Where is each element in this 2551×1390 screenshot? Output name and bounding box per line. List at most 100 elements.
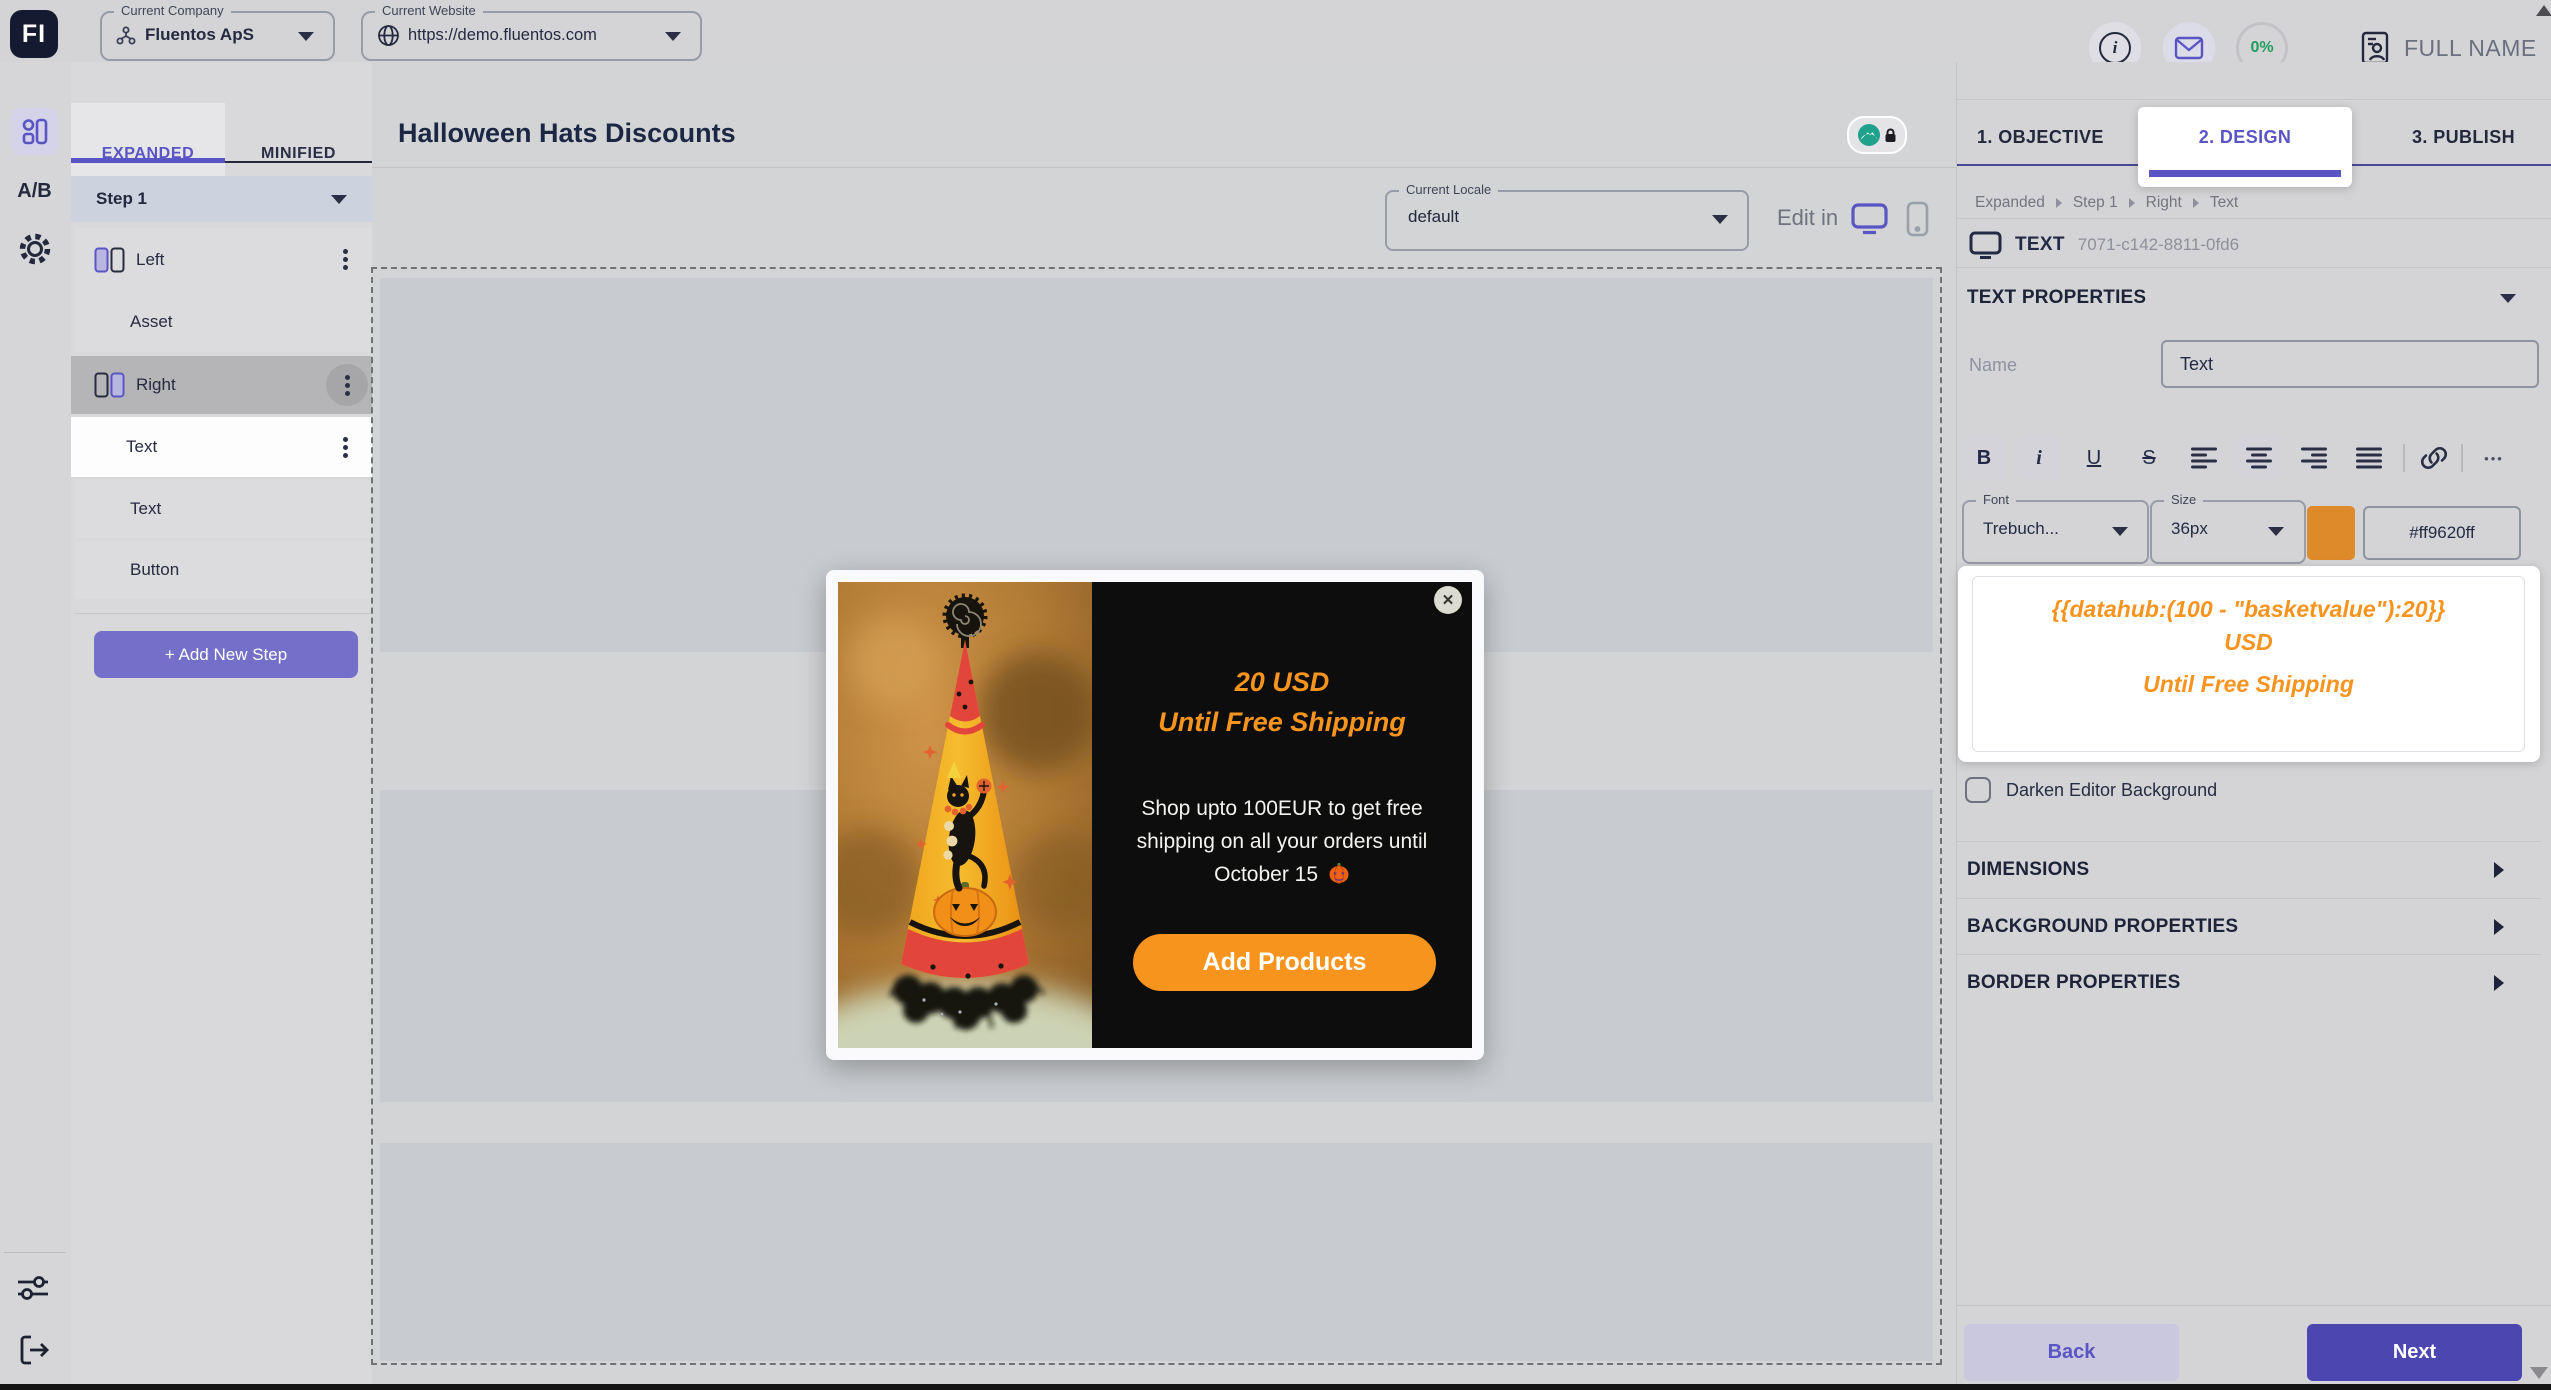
element-type: TEXT [2015, 234, 2065, 256]
components-button[interactable] [11, 108, 58, 155]
canvas-area: Halloween Hats Discounts Current [372, 62, 1956, 1384]
section-dimensions[interactable]: DIMENSIONS [1967, 842, 2532, 898]
breadcrumb-item[interactable]: Step 1 [2073, 194, 2118, 212]
font-select[interactable]: Font Trebuch... [1962, 500, 2149, 564]
section-label: BORDER PROPERTIES [1967, 972, 2181, 994]
breadcrumb-item[interactable]: Right [2146, 194, 2182, 212]
breadcrumb-item[interactable]: Expanded [1975, 194, 2045, 212]
layer-row-right[interactable]: Right [71, 356, 372, 414]
darken-background-row[interactable]: Darken Editor Background [1965, 774, 2217, 806]
layer-row-text-selected[interactable]: Text [71, 417, 372, 477]
kebab-icon [345, 383, 350, 388]
underline-glyph: U [2087, 447, 2101, 470]
app-logo-text: FI [22, 20, 46, 49]
layer-label: Text [126, 437, 157, 457]
step-row[interactable]: Step 1 [71, 176, 372, 222]
align-left-button[interactable] [2183, 437, 2225, 479]
logout-button[interactable] [17, 1334, 51, 1366]
current-company-select[interactable]: Current Company Fluentos ApS [100, 11, 335, 61]
user-name: FULL NAME [2404, 35, 2537, 62]
size-value: 36px [2171, 519, 2208, 539]
current-locale-select[interactable]: Current Locale default [1385, 190, 1749, 251]
row-kebab-icon[interactable] [343, 257, 348, 262]
underline-button[interactable]: U [2073, 437, 2115, 479]
section-background[interactable]: BACKGROUND PROPERTIES [1967, 899, 2532, 954]
scroll-down-icon[interactable] [2530, 1367, 2548, 1379]
edit-desktop-button[interactable] [1851, 203, 1888, 235]
layer-label: Asset [130, 312, 173, 332]
name-input[interactable]: Text [2161, 340, 2539, 388]
add-new-step-button[interactable]: + Add New Step [94, 631, 358, 678]
layer-row-left[interactable]: Left [75, 228, 372, 291]
popup-preview: ✕ 20 USD Until Free Shipping Shop upto 1… [826, 570, 1484, 1060]
tab-publish[interactable]: 3. PUBLISH [2412, 110, 2515, 164]
columns-right-icon [94, 372, 125, 398]
tab-objective-label: 1. OBJECTIVE [1977, 127, 2104, 148]
color-hex-input[interactable]: #ff9620ff [2363, 506, 2521, 560]
current-locale-label: Current Locale [1399, 182, 1498, 197]
popup-hero-image [838, 582, 1092, 1048]
layer-label: Left [136, 250, 164, 270]
text-properties-header[interactable]: TEXT PROPERTIES [1967, 282, 2542, 314]
window-bottom-strip [0, 1384, 2551, 1390]
tab-objective[interactable]: 1. OBJECTIVE [1977, 110, 2104, 164]
left-rail: A/B [0, 62, 72, 1384]
current-website-label: Current Website [375, 3, 483, 18]
color-hex-value: #ff9620ff [2409, 523, 2475, 543]
company-icon [115, 25, 137, 47]
ab-test-button[interactable]: A/B [11, 174, 58, 208]
bold-button[interactable]: B [1963, 437, 2005, 479]
layer-row-button[interactable]: Button [75, 541, 372, 599]
popup-close-button[interactable]: ✕ [1434, 586, 1462, 614]
layer-row-asset[interactable]: Asset [75, 291, 372, 352]
font-value: Trebuch... [1983, 519, 2059, 539]
back-button[interactable]: Back [1964, 1324, 2179, 1381]
darken-checkbox[interactable] [1965, 777, 1991, 803]
template-section-3[interactable] [380, 1143, 1933, 1361]
size-select[interactable]: Size 36px [2150, 500, 2306, 564]
layer-row-text2[interactable]: Text [75, 480, 372, 538]
app-logo[interactable]: FI [10, 10, 58, 58]
breadcrumb-item[interactable]: Text [2210, 194, 2238, 212]
text-properties-title: TEXT PROPERTIES [1967, 287, 2146, 309]
app-window: FI Current Company Fluentos ApS Current … [0, 0, 2551, 1390]
user-menu[interactable]: FULL NAME [2360, 30, 2537, 66]
link-button[interactable] [2413, 437, 2455, 479]
edit-mobile-button[interactable] [1906, 201, 1929, 237]
italic-button[interactable]: i [2018, 437, 2060, 479]
edit-in-label: Edit in [1777, 205, 1838, 231]
link-icon [2419, 444, 2449, 472]
strikethrough-button[interactable]: S [2128, 437, 2170, 479]
next-button[interactable]: Next [2307, 1324, 2522, 1381]
design-tab-underline [2149, 170, 2341, 177]
name-field-label: Name [1969, 355, 2017, 376]
vpn-badge[interactable] [1847, 116, 1907, 154]
filters-button[interactable] [16, 1274, 52, 1302]
tab-minified-label: MINIFIED [261, 145, 336, 163]
toolbar-divider [2461, 444, 2463, 472]
current-website-select[interactable]: Current Website https://demo.fluentos.co… [361, 11, 702, 61]
globe-icon [377, 24, 400, 47]
font-caret-icon [2112, 527, 2128, 536]
tab-design[interactable]: 2. DESIGN [2138, 110, 2352, 164]
layers-panel: EXPANDED MINIFIED Step 1 Left Asset [71, 62, 373, 1384]
row-kebab-button[interactable] [326, 364, 368, 406]
add-products-button[interactable]: Add Products [1133, 934, 1436, 991]
scroll-up-icon[interactable] [2536, 5, 2551, 16]
align-right-button[interactable] [2293, 437, 2335, 479]
breadcrumb-separator-icon [2056, 198, 2062, 208]
more-options-button[interactable]: ••• [2473, 437, 2515, 479]
bold-glyph: B [1977, 447, 1991, 470]
section-label: DIMENSIONS [1967, 859, 2089, 881]
step-label: Step 1 [96, 189, 147, 209]
section-border[interactable]: BORDER PROPERTIES [1967, 955, 2532, 1010]
row-kebab-icon[interactable] [343, 445, 348, 450]
settings-button[interactable] [16, 230, 54, 268]
rich-text-editor[interactable]: {{datahub:(100 - "basketvalue"):20}} USD… [1972, 576, 2525, 752]
breadcrumb: Expanded Step 1 Right Text [1975, 187, 2238, 219]
align-center-button[interactable] [2238, 437, 2280, 479]
progress-value: 0% [2250, 39, 2273, 57]
align-justify-button[interactable] [2348, 437, 2390, 479]
editor-line: USD [1973, 626, 2524, 659]
color-swatch[interactable] [2307, 506, 2355, 560]
